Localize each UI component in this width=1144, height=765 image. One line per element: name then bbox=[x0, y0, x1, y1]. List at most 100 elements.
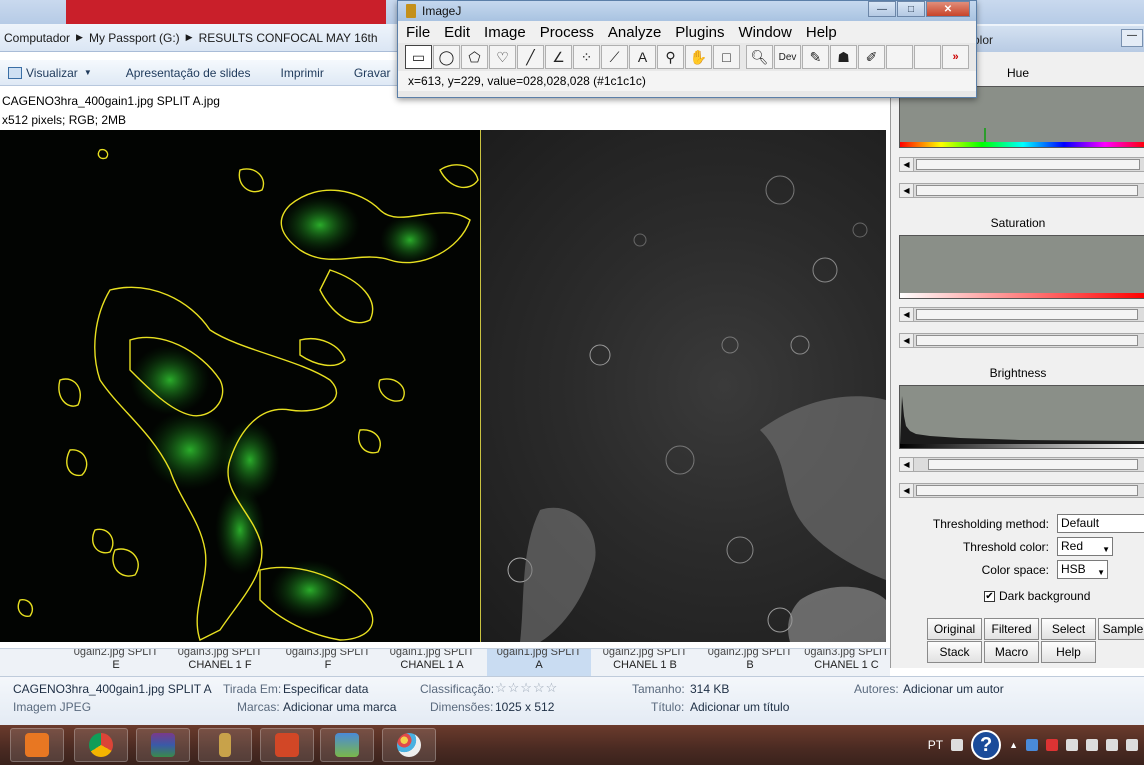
menu-process[interactable]: Process bbox=[540, 24, 594, 41]
breadcrumb-item-drive[interactable]: My Passport (G:) bbox=[89, 31, 180, 45]
detail-title-value[interactable]: Adicionar um título bbox=[690, 700, 789, 714]
more-tools-icon[interactable]: » bbox=[942, 45, 969, 69]
saturation-max-slider[interactable]: ◀ bbox=[899, 333, 1144, 348]
help-icon[interactable]: ? bbox=[971, 730, 1002, 760]
arrow-left-icon[interactable]: ◀ bbox=[900, 484, 914, 497]
hue-max-slider[interactable]: ◀ bbox=[899, 183, 1144, 198]
thumbnail-item[interactable]: 0gain1.jpg SPLIT CHANEL 1 A bbox=[380, 649, 484, 677]
angle-tool-icon[interactable]: ∠ bbox=[545, 45, 572, 69]
dark-background-checkbox[interactable]: ✔ Dark background bbox=[984, 589, 1090, 603]
battery-icon[interactable] bbox=[1086, 739, 1098, 751]
network-icon[interactable] bbox=[1106, 739, 1118, 751]
brightness-max-slider[interactable]: ◀ bbox=[899, 483, 1144, 498]
menu-help[interactable]: Help bbox=[806, 24, 837, 41]
volume-icon[interactable] bbox=[1126, 739, 1138, 751]
rectangle-tool-icon[interactable]: ▭ bbox=[405, 45, 432, 69]
thresholding-method-select[interactable]: Default bbox=[1057, 514, 1144, 533]
color-picker-tool-icon[interactable]: □ bbox=[713, 45, 740, 69]
chevron-down-icon: ▼ bbox=[83, 68, 92, 77]
help-button[interactable]: Help bbox=[1041, 641, 1096, 663]
print-button[interactable]: Imprimir bbox=[274, 64, 329, 82]
brightness-min-slider[interactable]: ◀ bbox=[899, 457, 1144, 472]
freehand-tool-icon[interactable]: ♡ bbox=[489, 45, 516, 69]
keyboard-icon[interactable] bbox=[951, 739, 964, 751]
thumbnail-item[interactable]: 0gain3.jpg SPLIT F bbox=[276, 649, 380, 677]
image-canvas[interactable] bbox=[0, 130, 886, 642]
sample-button[interactable]: Sample bbox=[1098, 618, 1144, 640]
color-space-select[interactable]: HSB ▼ bbox=[1057, 560, 1108, 579]
macro-button[interactable]: Macro bbox=[984, 641, 1039, 663]
checkbox-checked-icon[interactable]: ✔ bbox=[984, 590, 995, 602]
star-icon[interactable]: ☆☆☆☆☆ bbox=[495, 680, 558, 695]
thumbnail-item[interactable]: 0gain2.jpg SPLIT CHANEL 1 B bbox=[593, 649, 697, 677]
arrow-left-icon[interactable]: ◀ bbox=[900, 308, 914, 321]
arrow-left-icon[interactable]: ◀ bbox=[900, 334, 914, 347]
thumbnail-item[interactable]: 0gain3.jpg SPLIT CHANEL 1 F bbox=[168, 649, 272, 677]
dev-tool-button[interactable]: Dev bbox=[774, 45, 801, 69]
taskbar-photo-viewer[interactable] bbox=[320, 728, 374, 762]
detail-date-value[interactable]: Especificar data bbox=[283, 682, 368, 696]
taskbar-imagej[interactable] bbox=[198, 728, 252, 762]
rating-stars[interactable]: ☆☆☆☆☆ bbox=[495, 680, 558, 696]
slideshow-button[interactable]: Apresentação de slides bbox=[120, 64, 257, 82]
view-button[interactable]: Visualizar ▼ bbox=[2, 64, 98, 82]
flag-icon[interactable] bbox=[1066, 739, 1078, 751]
detail-tags-value[interactable]: Adicionar uma marca bbox=[283, 700, 396, 714]
menu-file[interactable]: File bbox=[406, 24, 430, 41]
threshold-color-select[interactable]: Red ▼ bbox=[1057, 537, 1113, 556]
brush-tool-icon[interactable]: ✎ bbox=[802, 45, 829, 69]
hue-min-slider[interactable]: ◀ bbox=[899, 157, 1144, 172]
taskbar-powerpoint[interactable] bbox=[260, 728, 314, 762]
language-indicator[interactable]: PT bbox=[928, 738, 943, 752]
pencil-tool-icon[interactable]: ✐ bbox=[858, 45, 885, 69]
line-tool-icon[interactable]: ╱ bbox=[517, 45, 544, 69]
menu-analyze[interactable]: Analyze bbox=[608, 24, 661, 41]
breadcrumb-arrow-icon[interactable]: ▶ bbox=[76, 32, 83, 43]
breadcrumb-item-folder[interactable]: RESULTS CONFOCAL MAY 16th bbox=[199, 31, 378, 45]
thumbnail-item[interactable]: 0gain2.jpg SPLIT E bbox=[64, 649, 168, 677]
powerpoint-icon bbox=[275, 733, 299, 757]
polygon-tool-icon[interactable]: ⬠ bbox=[461, 45, 488, 69]
menu-image[interactable]: Image bbox=[484, 24, 526, 41]
wand-tool-icon[interactable]: ⟋ bbox=[601, 45, 628, 69]
menu-edit[interactable]: Edit bbox=[444, 24, 470, 41]
flood-fill-tool-icon[interactable]: ☗ bbox=[830, 45, 857, 69]
detail-authors-value[interactable]: Adicionar um autor bbox=[903, 682, 1004, 696]
thumbnail-item-selected[interactable]: 0gain1.jpg SPLIT A bbox=[487, 649, 591, 677]
select-button[interactable]: Select bbox=[1041, 618, 1096, 640]
menu-plugins[interactable]: Plugins bbox=[675, 24, 724, 41]
show-hidden-icons-icon[interactable]: ▲ bbox=[1009, 740, 1018, 750]
thumbnail-item[interactable]: 0gain3.jpg SPLIT CHANEL 1 C bbox=[803, 649, 890, 677]
minimize-icon[interactable]: — bbox=[1121, 29, 1143, 47]
filtered-button[interactable]: Filtered bbox=[984, 618, 1039, 640]
arrow-left-icon[interactable]: ◀ bbox=[900, 184, 914, 197]
breadcrumb-item-computer[interactable]: Computador bbox=[4, 31, 70, 45]
hand-tool-icon[interactable]: ✋ bbox=[685, 45, 712, 69]
breadcrumb-arrow-icon[interactable]: ▶ bbox=[186, 32, 193, 43]
thumbnail-item[interactable]: 0gain2.jpg SPLIT B bbox=[698, 649, 802, 677]
menu-window[interactable]: Window bbox=[739, 24, 792, 41]
oval-tool-icon[interactable]: ◯ bbox=[433, 45, 460, 69]
original-button[interactable]: Original bbox=[927, 618, 982, 640]
detail-size-label: Tamanho: bbox=[632, 682, 685, 696]
minimize-icon[interactable]: — bbox=[868, 1, 896, 17]
search-icon[interactable]: 🔍︎ bbox=[746, 45, 773, 69]
microscope-icon bbox=[406, 4, 416, 18]
taskbar-media-player[interactable] bbox=[10, 728, 64, 762]
close-icon[interactable]: ✕ bbox=[926, 1, 970, 17]
arrow-left-icon[interactable]: ◀ bbox=[900, 458, 914, 471]
stack-button[interactable]: Stack bbox=[927, 641, 982, 663]
taskbar-chrome[interactable] bbox=[74, 728, 128, 762]
taskbar: PT ? ▲ bbox=[0, 725, 1144, 765]
burn-button[interactable]: Gravar bbox=[348, 64, 397, 82]
magnifier-tool-icon[interactable]: ⚲ bbox=[657, 45, 684, 69]
acrobat-icon[interactable] bbox=[1046, 739, 1058, 751]
arrow-left-icon[interactable]: ◀ bbox=[900, 158, 914, 171]
saturation-min-slider[interactable]: ◀ bbox=[899, 307, 1144, 322]
taskbar-winrar[interactable] bbox=[136, 728, 190, 762]
text-tool-icon[interactable]: A bbox=[629, 45, 656, 69]
dropbox-icon[interactable] bbox=[1026, 739, 1038, 751]
point-tool-icon[interactable]: ⁘ bbox=[573, 45, 600, 69]
maximize-icon[interactable]: □ bbox=[897, 1, 925, 17]
taskbar-paint[interactable] bbox=[382, 728, 436, 762]
